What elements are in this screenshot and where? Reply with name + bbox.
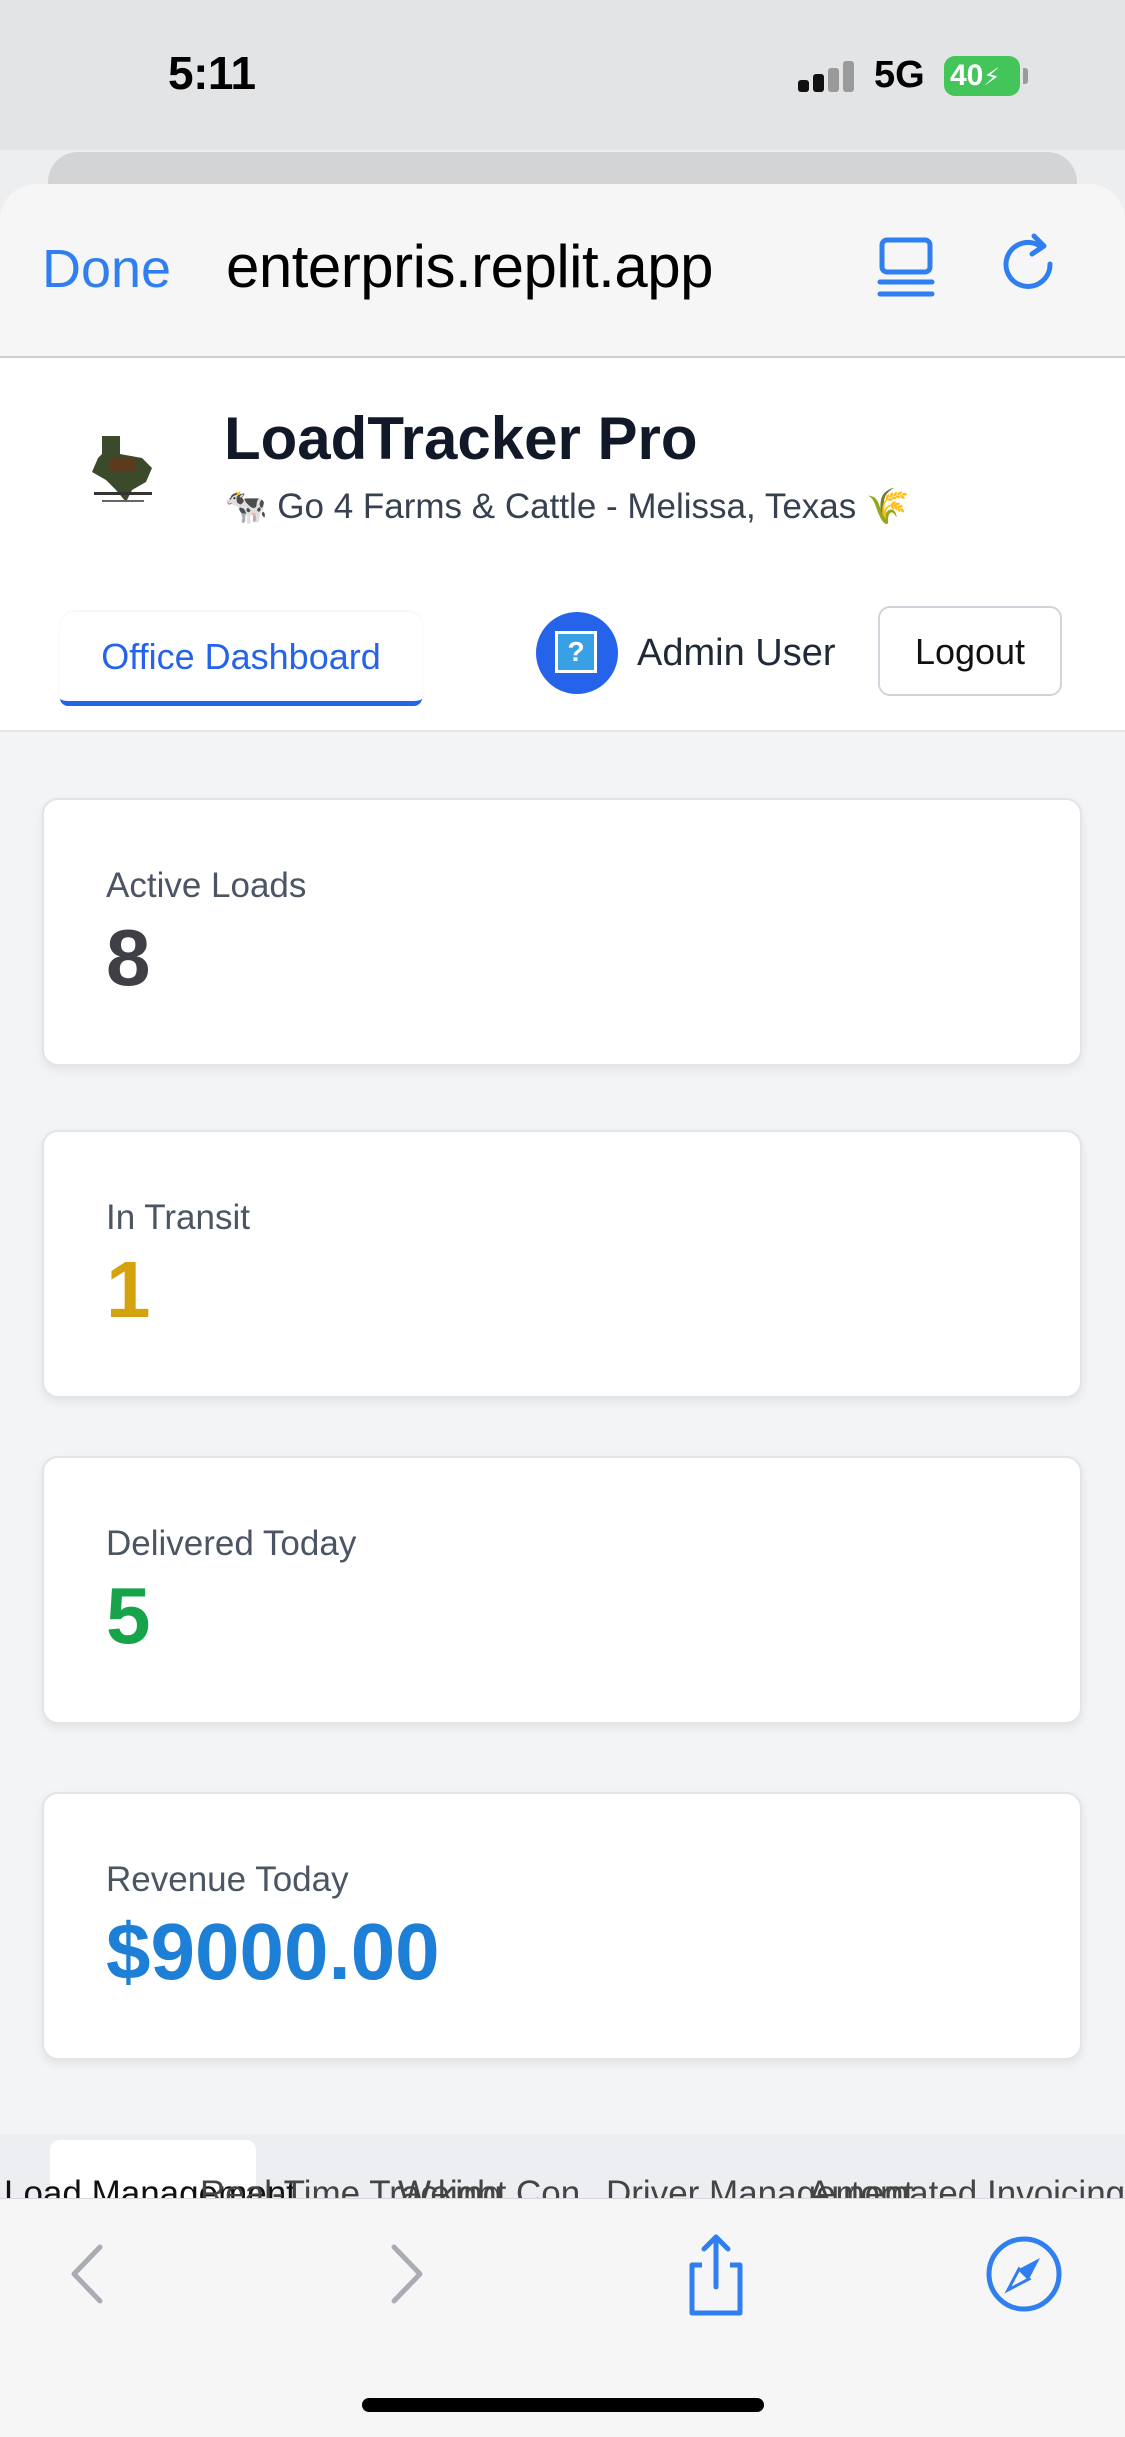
app-header: LoadTracker Pro 🐄 Go 4 Farms & Cattle - … xyxy=(0,358,1125,570)
stat-value: 5 xyxy=(106,1571,151,1660)
feature-tabs-strip: Load Management Real-Time Tracking Weigh… xyxy=(0,2134,1125,2198)
battery-tip xyxy=(1023,68,1028,84)
reload-icon[interactable] xyxy=(998,230,1068,306)
avatar[interactable]: ? xyxy=(536,612,618,694)
compass-icon[interactable] xyxy=(984,2229,1064,2319)
tab-office-dashboard[interactable]: Office Dashboard xyxy=(60,612,422,706)
status-time: 5:11 xyxy=(168,47,256,99)
browser-top-bar: Done enterpris.replit.app xyxy=(0,184,1125,358)
logout-button[interactable]: Logout xyxy=(878,606,1062,696)
stat-label: Active Loads xyxy=(106,866,307,905)
stat-card-active-loads: Active Loads 8 xyxy=(42,798,1082,1066)
status-bar: 5:11 5G 40⚡ xyxy=(0,0,1125,150)
share-icon[interactable] xyxy=(676,2229,756,2319)
forward-icon[interactable] xyxy=(366,2229,446,2319)
stat-label: Revenue Today xyxy=(106,1860,349,1899)
stat-value: 1 xyxy=(106,1245,151,1334)
farm-logo-icon xyxy=(92,436,152,502)
network-type: 5G xyxy=(874,54,925,96)
tab-automated-invoicing[interactable]: Automated Invoicing xyxy=(808,2174,1125,2198)
back-icon[interactable] xyxy=(48,2229,128,2319)
battery-icon: 40⚡ xyxy=(944,56,1020,96)
stat-value: 8 xyxy=(106,913,151,1002)
stat-label: In Transit xyxy=(106,1198,250,1237)
reader-icon[interactable] xyxy=(872,230,942,306)
done-button[interactable]: Done xyxy=(42,238,171,300)
stat-card-delivered-today: Delivered Today 5 xyxy=(42,1456,1082,1724)
app-title: LoadTracker Pro xyxy=(224,405,698,472)
user-name: Admin User xyxy=(637,632,836,674)
nav-bar: Office Dashboard ? Admin User Logout xyxy=(0,570,1125,732)
stat-card-in-transit: In Transit 1 xyxy=(42,1130,1082,1398)
app-subtitle: 🐄 Go 4 Farms & Cattle - Melissa, Texas 🌾 xyxy=(224,487,910,526)
home-indicator xyxy=(362,2398,764,2412)
stat-card-revenue-today: Revenue Today $9000.00 xyxy=(42,1792,1082,2060)
web-page: LoadTracker Pro 🐄 Go 4 Farms & Cattle - … xyxy=(0,358,1125,2198)
avatar-help-icon: ? xyxy=(555,631,597,673)
stat-label: Delivered Today xyxy=(106,1524,357,1563)
signal-icon xyxy=(798,60,856,92)
stat-value: $9000.00 xyxy=(106,1907,440,1996)
battery-level: 40 xyxy=(950,59,984,92)
url-field[interactable]: enterpris.replit.app xyxy=(226,232,826,301)
tab-weight-con[interactable]: Weight Con... xyxy=(398,2174,609,2198)
